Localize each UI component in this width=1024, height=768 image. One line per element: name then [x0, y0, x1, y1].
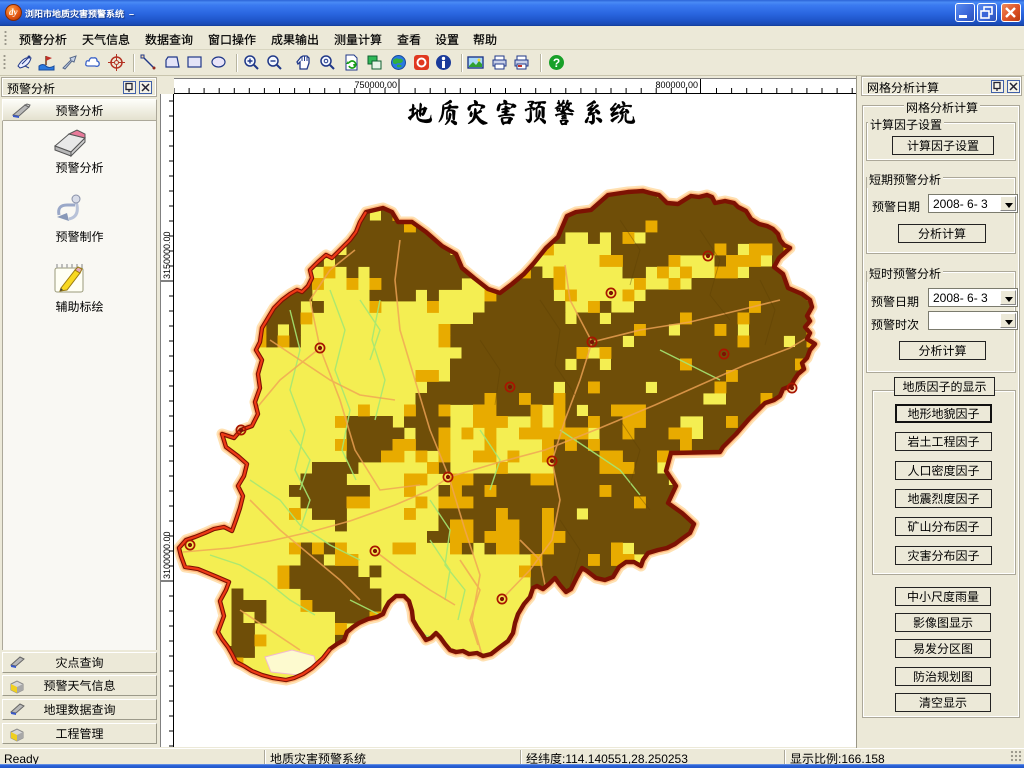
- svg-text:3150000.00: 3150000.00: [162, 231, 172, 279]
- svg-text:?: ?: [553, 56, 560, 70]
- svg-text:3100000.00: 3100000.00: [162, 531, 172, 579]
- svg-text:750000.00: 750000.00: [354, 80, 397, 90]
- svg-text:800000.00: 800000.00: [655, 80, 698, 90]
